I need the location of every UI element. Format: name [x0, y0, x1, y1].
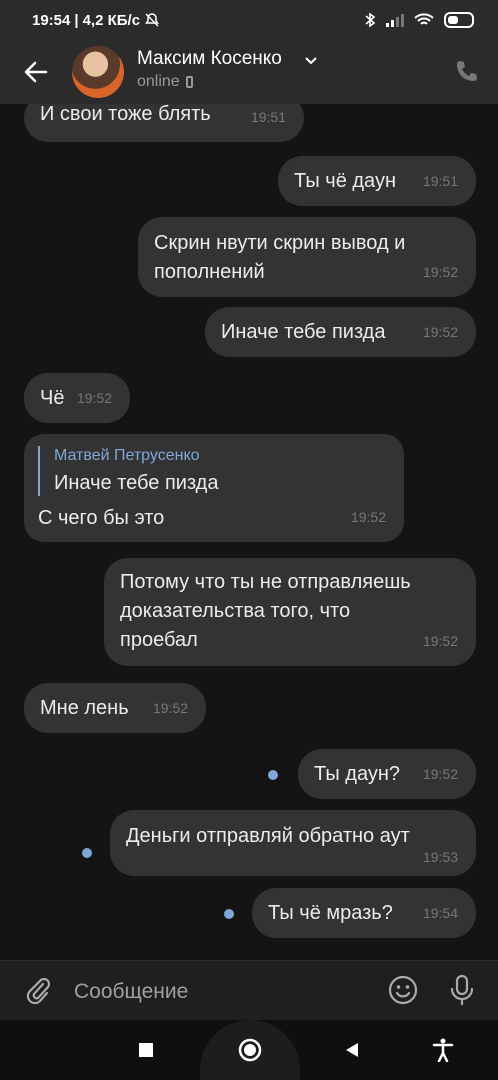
message-outgoing[interactable]: Ты чё мразь? 19:54 [252, 888, 476, 938]
system-nav-bar [0, 1020, 498, 1080]
message-outgoing[interactable]: Скрин нвути скрин вывод и пополнений 19:… [138, 217, 476, 297]
message-outgoing[interactable]: Ты чё даун 19:51 [278, 156, 476, 206]
avatar[interactable] [72, 46, 124, 98]
message-list[interactable]: И свои тоже блять 19:51 Ты чё даун 19:51… [0, 104, 498, 960]
attach-icon[interactable] [22, 975, 52, 1005]
emoji-icon[interactable] [388, 975, 418, 1005]
reply-bar [38, 446, 40, 496]
unread-dot [268, 770, 278, 780]
home-icon[interactable] [238, 1038, 262, 1062]
status-bar: 19:54 | 4,2 КБ/с [0, 0, 498, 40]
message-incoming[interactable]: Чё 19:52 [24, 373, 130, 423]
message-composer [0, 960, 498, 1021]
message-incoming[interactable]: И свои тоже блять 19:51 [24, 104, 304, 142]
message-time: 19:52 [422, 633, 458, 649]
chevron-down-icon[interactable] [304, 56, 318, 66]
message-time: 19:53 [422, 849, 458, 865]
message-time: 19:52 [422, 766, 458, 782]
chat-header: Максим Косенко online [0, 40, 498, 104]
message-time: 19:52 [152, 700, 188, 716]
message-outgoing[interactable]: Ты даун? 19:52 [298, 749, 476, 799]
wifi-icon [414, 13, 434, 25]
reply-author: Матвей Петрусенко [54, 447, 200, 464]
message-incoming[interactable]: Мне лень 19:52 [24, 683, 206, 733]
message-text: С чего бы это [38, 507, 165, 529]
reply-text: Иначе тебе пизда [54, 472, 219, 494]
accessibility-icon[interactable] [432, 1038, 454, 1062]
status-time: 19:54 [32, 11, 71, 29]
contact-status-text: online [137, 73, 180, 90]
message-outgoing[interactable]: Деньги отправляй обратно аут 19:53 [110, 810, 476, 876]
unread-dot [82, 848, 92, 858]
message-outgoing[interactable]: Иначе тебе пизда 19:52 [205, 307, 476, 357]
message-outgoing[interactable]: Потому что ты не отправляешь доказательс… [104, 558, 476, 666]
message-text: Потому что ты не отправляешь [120, 571, 411, 593]
message-time: 19:54 [422, 905, 458, 921]
bluetooth-icon [365, 12, 376, 28]
back-arrow-icon[interactable] [22, 58, 50, 86]
signal-icon [386, 14, 404, 27]
contact-status: online [137, 73, 193, 91]
mobile-icon [185, 76, 193, 88]
message-time: 19:51 [422, 173, 458, 189]
mic-icon[interactable] [448, 974, 476, 1006]
message-time: 19:52 [350, 509, 386, 525]
message-time: 19:52 [76, 390, 112, 406]
recents-icon[interactable] [138, 1042, 154, 1058]
back-icon[interactable] [344, 1042, 360, 1058]
message-text: Скрин нвути скрин вывод и [154, 232, 406, 254]
message-input[interactable] [72, 975, 366, 1009]
message-time: 19:52 [422, 324, 458, 340]
contact-name[interactable]: Максим Косенко [137, 48, 282, 70]
status-left: 19:54 | 4,2 КБ/с [32, 12, 160, 29]
message-time: 19:52 [422, 264, 458, 280]
message-text: доказательства того, что [120, 600, 351, 622]
battery-icon [444, 12, 474, 28]
message-time: 19:51 [250, 109, 286, 125]
bell-off-icon [145, 13, 160, 27]
status-sep: | [74, 11, 79, 29]
status-right [364, 12, 474, 28]
status-speed: 4,2 КБ/с [82, 11, 141, 29]
phone-icon[interactable] [454, 58, 480, 84]
unread-dot [224, 909, 234, 919]
message-incoming-reply[interactable]: Матвей Петрусенко Иначе тебе пизда С чег… [24, 434, 404, 542]
